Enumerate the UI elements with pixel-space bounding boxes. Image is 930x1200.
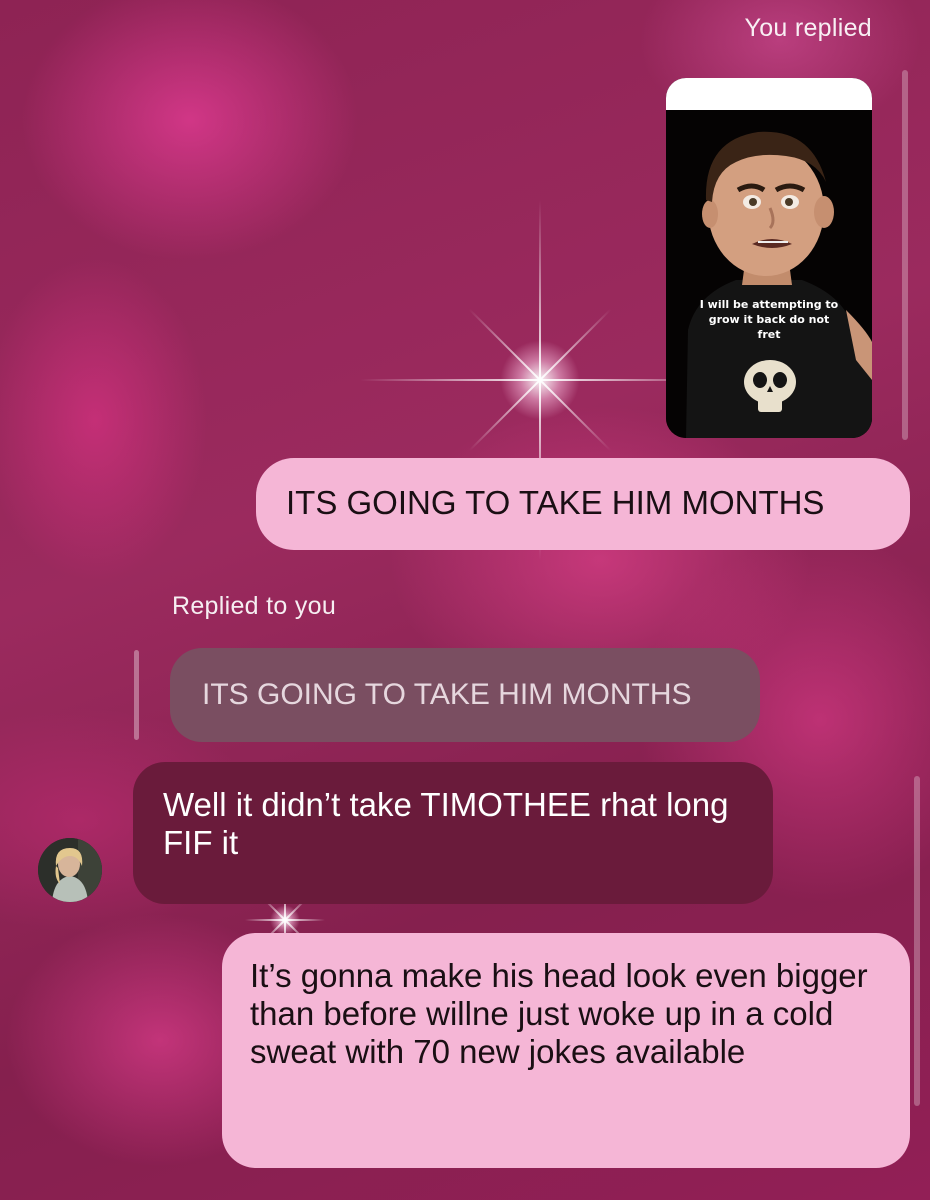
story-reply-thumbnail[interactable]: I will be attempting to grow it back do … bbox=[666, 78, 872, 438]
avatar-image bbox=[38, 838, 102, 902]
outgoing-message-bubble[interactable]: ITS GOING TO TAKE HIM MONTHS bbox=[256, 458, 910, 550]
story-caption: I will be attempting to grow it back do … bbox=[699, 298, 839, 341]
scroll-indicator-top[interactable] bbox=[902, 70, 908, 440]
sender-avatar[interactable] bbox=[38, 838, 102, 902]
story-image bbox=[666, 110, 872, 438]
replied-to-you-label: Replied to you bbox=[172, 592, 337, 620]
quoted-message-bubble[interactable]: ITS GOING TO TAKE HIM MONTHS bbox=[170, 648, 760, 742]
reply-quote-bar bbox=[134, 650, 139, 740]
outgoing-message-bubble-long[interactable]: It’s gonna make his head look even bigge… bbox=[222, 933, 910, 1168]
scroll-indicator-bottom[interactable] bbox=[914, 776, 920, 1106]
you-replied-label: You replied bbox=[744, 14, 872, 42]
incoming-message-bubble[interactable]: Well it didn’t take TIMOTHEE rhat long F… bbox=[133, 762, 773, 904]
story-top-bar bbox=[666, 78, 872, 110]
